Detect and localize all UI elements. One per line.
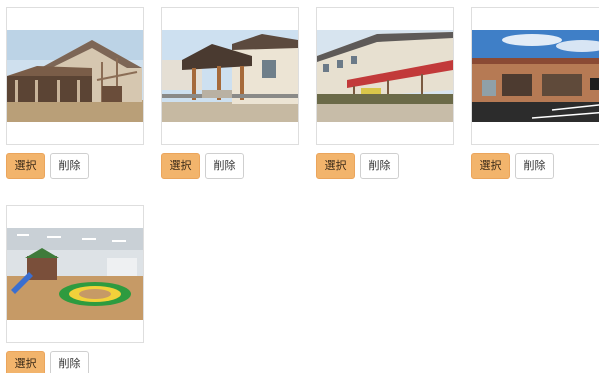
shop-with-parking-photo[interactable] — [471, 7, 599, 145]
select-button[interactable]: 選択 — [316, 153, 355, 179]
gallery-item: 選択 削除 — [316, 7, 454, 179]
select-button[interactable]: 選択 — [471, 153, 510, 179]
select-button[interactable]: 選択 — [6, 153, 45, 179]
delete-button[interactable]: 削除 — [50, 153, 89, 179]
photo-image — [7, 228, 143, 320]
delete-button[interactable]: 削除 — [360, 153, 399, 179]
photo-image — [472, 30, 599, 122]
gallery-item: 選択 削除 — [161, 7, 299, 179]
select-button[interactable]: 選択 — [161, 153, 200, 179]
item-actions: 選択 削除 — [471, 153, 599, 179]
delete-button[interactable]: 削除 — [205, 153, 244, 179]
delete-button[interactable]: 削除 — [515, 153, 554, 179]
select-button[interactable]: 選択 — [6, 351, 45, 373]
item-actions: 選択 削除 — [6, 351, 144, 373]
item-actions: 選択 削除 — [161, 153, 299, 179]
gallery-item: 選択 削除 — [471, 7, 599, 179]
item-actions: 選択 削除 — [316, 153, 454, 179]
photo-image — [162, 30, 298, 122]
photo-image — [317, 30, 453, 122]
red-awning-building-photo[interactable] — [316, 7, 454, 145]
barn-style-building-photo[interactable] — [6, 7, 144, 145]
wooden-pavilion-building-photo[interactable] — [161, 7, 299, 145]
image-gallery: 選択 削除 選択 削除 選択 削除 選択 削除 選択 削除 — [0, 0, 599, 373]
photo-image — [7, 30, 143, 122]
indoor-playroom-photo[interactable] — [6, 205, 144, 343]
gallery-item: 選択 削除 — [6, 7, 144, 179]
gallery-item: 選択 削除 — [6, 205, 144, 373]
delete-button[interactable]: 削除 — [50, 351, 89, 373]
item-actions: 選択 削除 — [6, 153, 144, 179]
